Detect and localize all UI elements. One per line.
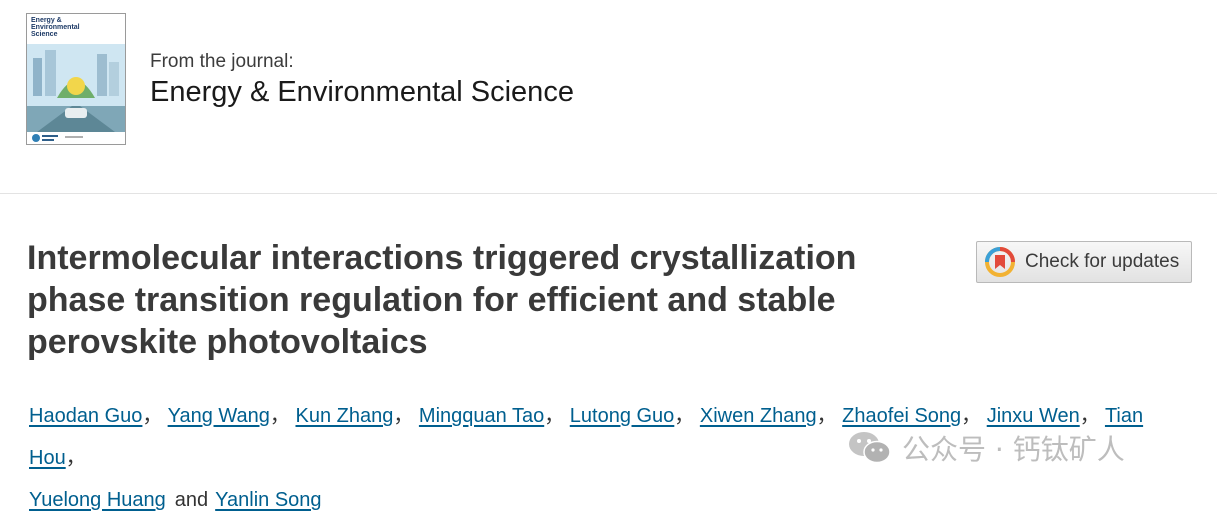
journal-cover-image[interactable]: Energy & Environmental Science (26, 13, 126, 145)
author-separator: ， (816, 405, 837, 427)
author-link[interactable]: Yuelong Huang (29, 489, 166, 511)
author-separator: ， (1079, 405, 1100, 427)
author-separator: ， (269, 405, 290, 427)
author-link[interactable]: Lutong Guo (570, 405, 675, 427)
article-title: Intermolecular interactions triggered cr… (27, 239, 857, 361)
cover-title: Energy & Environmental Science (31, 17, 101, 38)
journal-name[interactable]: Energy & Environmental Science (150, 76, 574, 109)
cover-title-line-3: Science (31, 31, 58, 38)
author-separator: ， (961, 405, 982, 427)
author-conjunction: and (174, 489, 209, 511)
watermark-text: 公众号 · 钙钛矿人 (902, 433, 1125, 466)
author-link[interactable]: Xiwen Zhang (700, 405, 817, 427)
crossmark-icon (985, 247, 1015, 277)
author-separator: ， (65, 447, 86, 469)
author-separator: ， (544, 405, 565, 427)
cover-illustration (27, 44, 125, 144)
author-link[interactable]: Mingquan Tao (419, 405, 544, 427)
wechat-icon (849, 432, 891, 464)
author-link[interactable]: Yang Wang (168, 405, 270, 427)
watermark: 公众号 · 钙钛矿人 (848, 428, 1125, 468)
author-separator: ， (142, 405, 163, 427)
author-link[interactable]: Yanlin Song (215, 489, 321, 511)
cover-title-line-2: Environmental (31, 24, 80, 31)
check-for-updates-button[interactable]: Check for updates (976, 241, 1192, 283)
author-link[interactable]: Kun Zhang (295, 405, 393, 427)
journal-from-label: From the journal: (150, 51, 294, 72)
check-for-updates-label: Check for updates (1025, 251, 1180, 272)
header-divider (0, 193, 1217, 194)
author-link[interactable]: Zhaofei Song (842, 405, 961, 427)
cover-title-line-1: Energy & (31, 17, 62, 24)
author-link[interactable]: Jinxu Wen (987, 405, 1080, 427)
author-link[interactable]: Haodan Guo (29, 405, 142, 427)
author-separator: ， (674, 405, 695, 427)
author-separator: ， (393, 405, 414, 427)
